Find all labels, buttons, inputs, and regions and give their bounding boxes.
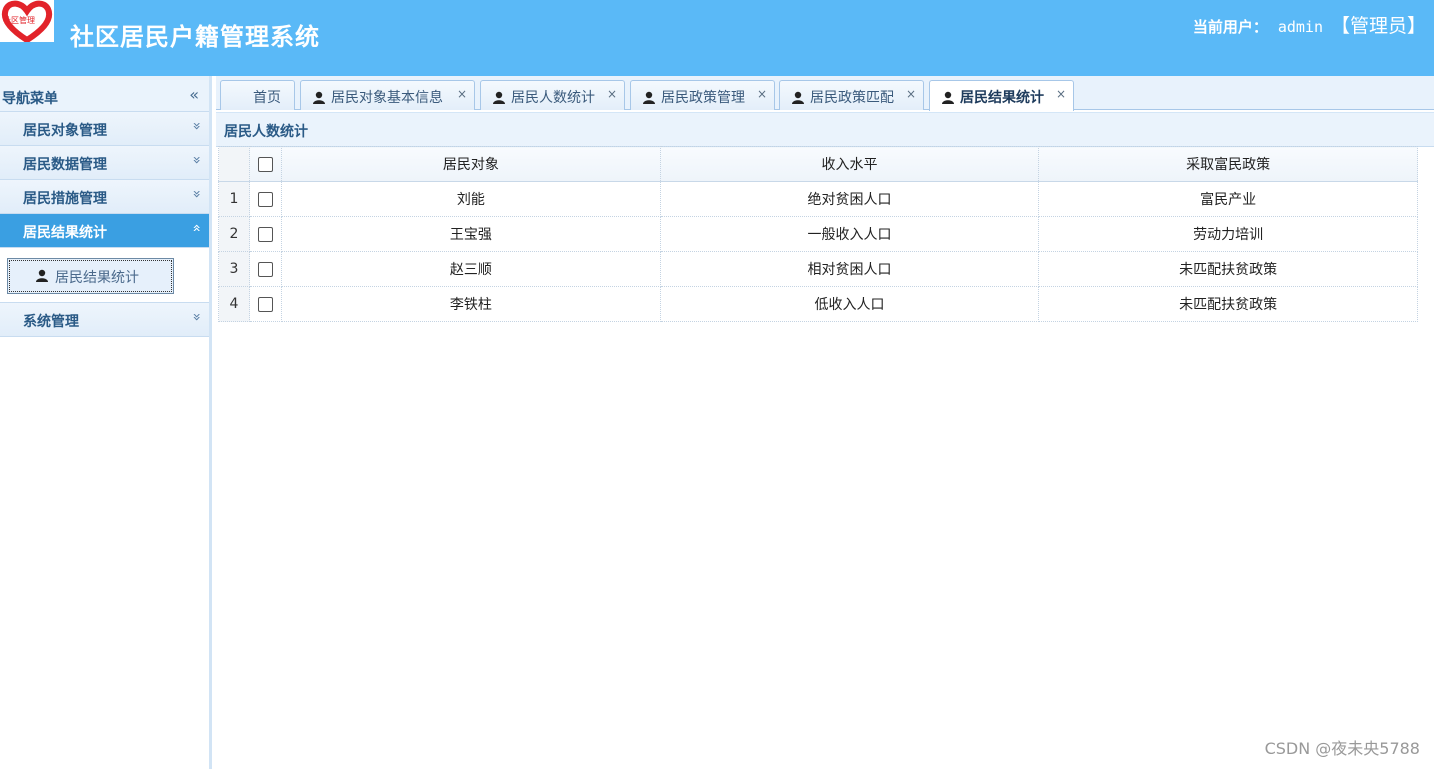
logo: 社区管理 [0,0,54,42]
row-number: 1 [218,181,250,217]
current-user-info: 当前用户： admin 【管理员】 [1193,11,1426,38]
chevron-down-icon: » [188,155,205,165]
user-icon [313,91,325,104]
close-icon[interactable]: × [906,87,916,101]
table-cell: 刘能 [281,181,661,217]
user-icon [493,91,505,104]
nav-item-label: 居民对象管理 [23,123,107,139]
nav-title: 导航菜单 [2,91,58,107]
column-header[interactable]: 居民对象 [281,146,661,182]
nav-item-resident-object[interactable]: 居民对象管理 » [0,112,209,146]
chevron-down-icon: » [188,121,205,131]
current-user-name: admin [1277,18,1323,36]
select-all-checkbox[interactable] [258,156,273,172]
row-checkbox[interactable] [258,296,273,312]
tab-label: 居民结果统计 [960,90,1044,106]
table-row[interactable]: 3 赵三顺 相对贫困人口 未匹配扶贫政策 [218,251,1418,287]
table-row[interactable]: 4 李铁柱 低收入人口 未匹配扶贫政策 [218,286,1418,322]
row-checkbox-cell [249,286,282,322]
tab-resident-policy-match[interactable]: 居民政策匹配 × [779,80,924,110]
row-checkbox-cell [249,216,282,252]
nav-item-resident-data[interactable]: 居民数据管理 » [0,146,209,180]
tab-resident-count-stats[interactable]: 居民人数统计 × [480,80,625,110]
column-header[interactable]: 收入水平 [659,146,1040,182]
current-user-label: 当前用户： [1192,18,1268,36]
nav-header: 导航菜单 « [0,76,209,112]
current-user-role: 【管理员】 [1330,15,1426,37]
user-icon [36,269,48,282]
logo-text: 社区管理 [3,16,35,25]
table-cell: 相对贫困人口 [659,251,1040,287]
data-grid: 居民对象 收入水平 采取富民政策 1 刘能 绝对贫困人口 富民产业 2 王宝强 … [218,146,1418,322]
user-icon [792,91,804,104]
row-number-header [218,146,250,182]
tab-bar: 首页 居民对象基本信息 × 居民人数统计 × 居民政策管理 × 居民政策匹配 ×… [216,76,1434,111]
table-cell: 李铁柱 [281,286,661,322]
row-number: 2 [218,216,250,252]
chevron-down-icon: » [188,312,205,322]
table-cell: 一般收入人口 [659,216,1040,252]
tab-label: 居民政策管理 [661,90,745,106]
tab-label: 居民政策匹配 [810,90,894,106]
main-content: 首页 居民对象基本信息 × 居民人数统计 × 居民政策管理 × 居民政策匹配 ×… [216,76,1434,769]
tab-resident-basic-info[interactable]: 居民对象基本信息 × [300,80,475,110]
tab-resident-policy-mgmt[interactable]: 居民政策管理 × [630,80,775,110]
table-cell: 未匹配扶贫政策 [1038,286,1418,322]
close-icon[interactable]: × [757,87,767,101]
nav-item-label: 居民结果统计 [23,225,107,241]
user-icon [942,91,954,104]
row-checkbox[interactable] [258,261,273,277]
close-icon[interactable]: × [607,87,617,101]
row-number: 4 [218,286,250,322]
sub-item-resident-results[interactable]: 居民结果统计 [7,258,174,294]
row-number: 3 [218,251,250,287]
nav-item-resident-measures[interactable]: 居民措施管理 » [0,180,209,214]
panel-title: 居民人数统计 [224,124,308,140]
tab-resident-results-stats[interactable]: 居民结果统计 × [929,80,1074,111]
table-cell: 赵三顺 [281,251,661,287]
tab-label: 居民人数统计 [511,90,595,106]
select-all-cell [249,146,282,182]
sub-item-label: 居民结果统计 [55,270,139,286]
column-header[interactable]: 采取富民政策 [1038,146,1418,182]
chevron-up-icon: « [188,223,205,233]
table-cell: 低收入人口 [659,286,1040,322]
tab-label: 居民对象基本信息 [331,90,443,106]
nav-sub-panel: 居民结果统计 [0,248,209,303]
table-cell: 未匹配扶贫政策 [1038,251,1418,287]
nav-item-label: 居民数据管理 [23,157,107,173]
row-checkbox-cell [249,251,282,287]
sidebar: 导航菜单 « 居民对象管理 » 居民数据管理 » 居民措施管理 » 居民结果统计… [0,76,212,769]
app-title: 社区居民户籍管理系统 [70,23,320,51]
table-cell: 王宝强 [281,216,661,252]
table-header-row: 居民对象 收入水平 采取富民政策 [218,146,1418,182]
watermark: CSDN @夜未央5788 [1264,739,1420,758]
app-header: 社区管理 社区居民户籍管理系统 当前用户： admin 【管理员】 [0,0,1434,76]
table-row[interactable]: 1 刘能 绝对贫困人口 富民产业 [218,181,1418,217]
close-icon[interactable]: × [1056,87,1066,101]
panel-title-bar: 居民人数统计 [216,112,1434,147]
row-checkbox-cell [249,181,282,217]
nav-item-label: 系统管理 [23,314,79,330]
table-cell: 富民产业 [1038,181,1418,217]
chevron-down-icon: » [188,189,205,199]
row-checkbox[interactable] [258,226,273,242]
user-icon [643,91,655,104]
collapse-sidebar-icon[interactable]: « [189,85,199,104]
nav-item-label: 居民措施管理 [23,191,107,207]
table-cell: 劳动力培训 [1038,216,1418,252]
close-icon[interactable]: × [457,87,467,101]
nav-item-resident-results[interactable]: 居民结果统计 « [0,214,209,248]
table-cell: 绝对贫困人口 [659,181,1040,217]
nav-item-system[interactable]: 系统管理 » [0,303,209,337]
tab-home[interactable]: 首页 [220,80,295,110]
tab-label: 首页 [253,90,281,106]
row-checkbox[interactable] [258,191,273,207]
table-row[interactable]: 2 王宝强 一般收入人口 劳动力培训 [218,216,1418,252]
